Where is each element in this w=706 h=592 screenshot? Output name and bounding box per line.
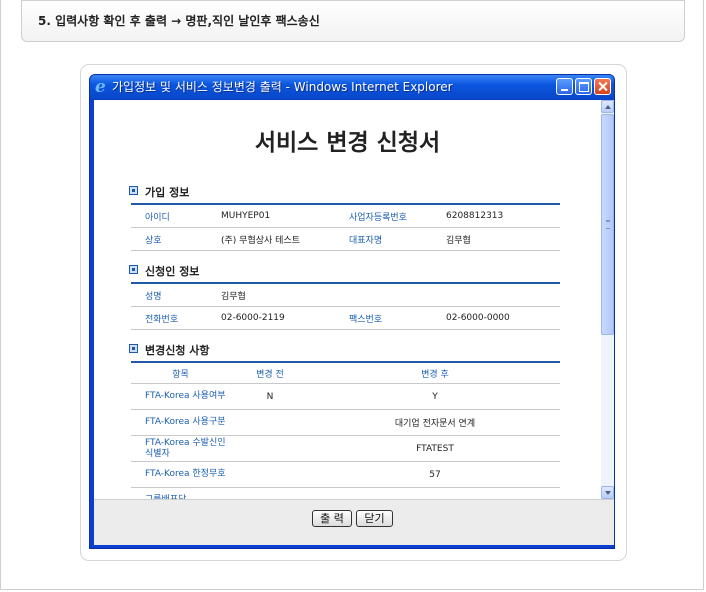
section-join-info: 가입 정보 xyxy=(129,185,189,201)
change-after: Y xyxy=(310,383,560,410)
phone-label: 전화번호 xyxy=(131,306,208,330)
section-bullet-icon xyxy=(129,344,138,353)
change-after: 57 xyxy=(310,461,560,488)
section-title: 신청인 정보 xyxy=(145,265,200,278)
scroll-down-arrow-icon[interactable] xyxy=(601,486,614,499)
table-row: 아이디 MUHYEP01 사업자등록번호 6208812313 xyxy=(131,203,560,228)
form-title: 서비스 변경 신청서 xyxy=(254,129,441,156)
fax-value: 02-6000-0000 xyxy=(446,306,560,330)
print-button[interactable]: 출 력 xyxy=(312,510,352,527)
table-header-row: 항목 변경 전 변경 후 xyxy=(131,361,560,384)
change-before xyxy=(230,461,310,488)
change-before xyxy=(230,487,310,499)
join-info-table: 아이디 MUHYEP01 사업자등록번호 6208812313 상호 (주) 무… xyxy=(131,203,560,251)
section-title: 변경신청 사항 xyxy=(145,344,210,357)
ie-logo-icon: e xyxy=(95,77,106,97)
section-bullet-icon xyxy=(129,265,138,274)
table-row: FTA-Korea 수발신인식별자 FTATEST xyxy=(131,435,560,462)
close-button[interactable]: 닫기 xyxy=(356,510,393,527)
document-viewport: 서비스 변경 신청서 가입 정보 아이디 MUHYEP01 사업자등록번호 62… xyxy=(94,100,601,499)
ceo-label: 대표자명 xyxy=(349,227,446,251)
minimize-button[interactable] xyxy=(556,78,573,95)
window-titlebar[interactable]: e 가입정보 및 서비스 정보변경 출력 - Windows Internet … xyxy=(90,75,614,99)
scroll-up-arrow-icon[interactable] xyxy=(601,100,614,113)
table-row: 그룹배포담 xyxy=(131,487,560,499)
table-row: 상호 (주) 무협상사 테스트 대표자명 김무협 xyxy=(131,227,560,251)
id-label: 아이디 xyxy=(131,203,208,228)
change-item: 그룹배포담 xyxy=(131,487,230,499)
table-row: FTA-Korea 한정무호 57 xyxy=(131,461,560,488)
change-before: N xyxy=(230,383,310,410)
section-applicant-info: 신청인 정보 xyxy=(129,264,199,280)
change-after xyxy=(310,487,560,499)
step-header: 5. 입력사항 확인 후 출력 → 명판,직인 날인후 팩스송신 xyxy=(21,0,685,42)
fax-label: 팩스번호 xyxy=(349,306,446,330)
change-item: FTA-Korea 수발신인식별자 xyxy=(131,435,230,462)
change-before xyxy=(230,435,310,462)
popup-footer: 출 력 닫기 xyxy=(94,499,614,545)
name-label: 성명 xyxy=(131,282,208,307)
col-item-header: 항목 xyxy=(131,361,230,384)
table-row: 전화번호 02-6000-2119 팩스번호 02-6000-0000 xyxy=(131,306,560,330)
change-after: FTATEST xyxy=(310,435,560,462)
section-title: 가입 정보 xyxy=(145,186,190,199)
section-bullet-icon xyxy=(129,186,138,195)
maximize-button[interactable] xyxy=(575,78,592,95)
table-row: FTA-Korea 사용여부 N Y xyxy=(131,383,560,410)
change-item: FTA-Korea 사용여부 xyxy=(131,383,230,410)
id-value: MUHYEP01 xyxy=(208,203,349,228)
ceo-value: 김무협 xyxy=(446,227,560,251)
bizno-label: 사업자등록번호 xyxy=(349,203,446,228)
table-row: FTA-Korea 사용구분 대기업 전자문서 연계 xyxy=(131,409,560,436)
change-request-table: 항목 변경 전 변경 후 FTA-Korea 사용여부 N Y FTA-Kore… xyxy=(131,361,560,499)
name-value: 김무협 xyxy=(208,282,349,307)
bizno-value: 6208812313 xyxy=(446,203,560,228)
applicant-info-table: 성명 김무협 전화번호 02-6000-2119 팩스번호 02-6000-00… xyxy=(131,282,560,330)
change-item: FTA-Korea 한정무호 xyxy=(131,461,230,488)
scroll-thumb[interactable] xyxy=(601,114,614,335)
change-item: FTA-Korea 사용구분 xyxy=(131,409,230,436)
phone-value: 02-6000-2119 xyxy=(208,306,349,330)
change-before xyxy=(230,409,310,436)
vertical-scrollbar[interactable] xyxy=(601,100,614,499)
col-before-header: 변경 전 xyxy=(230,361,310,384)
section-change-request: 변경신청 사항 xyxy=(129,343,210,359)
table-row: 성명 김무협 xyxy=(131,282,560,307)
ie-popup-window: e 가입정보 및 서비스 정보변경 출력 - Windows Internet … xyxy=(89,74,615,549)
company-value: (주) 무협상사 테스트 xyxy=(208,227,349,251)
col-after-header: 변경 후 xyxy=(310,361,560,384)
change-after: 대기업 전자문서 연계 xyxy=(310,409,560,436)
window-title: 가입정보 및 서비스 정보변경 출력 - Windows Internet Ex… xyxy=(112,80,453,94)
company-label: 상호 xyxy=(131,227,208,251)
window-close-button[interactable] xyxy=(594,78,611,95)
